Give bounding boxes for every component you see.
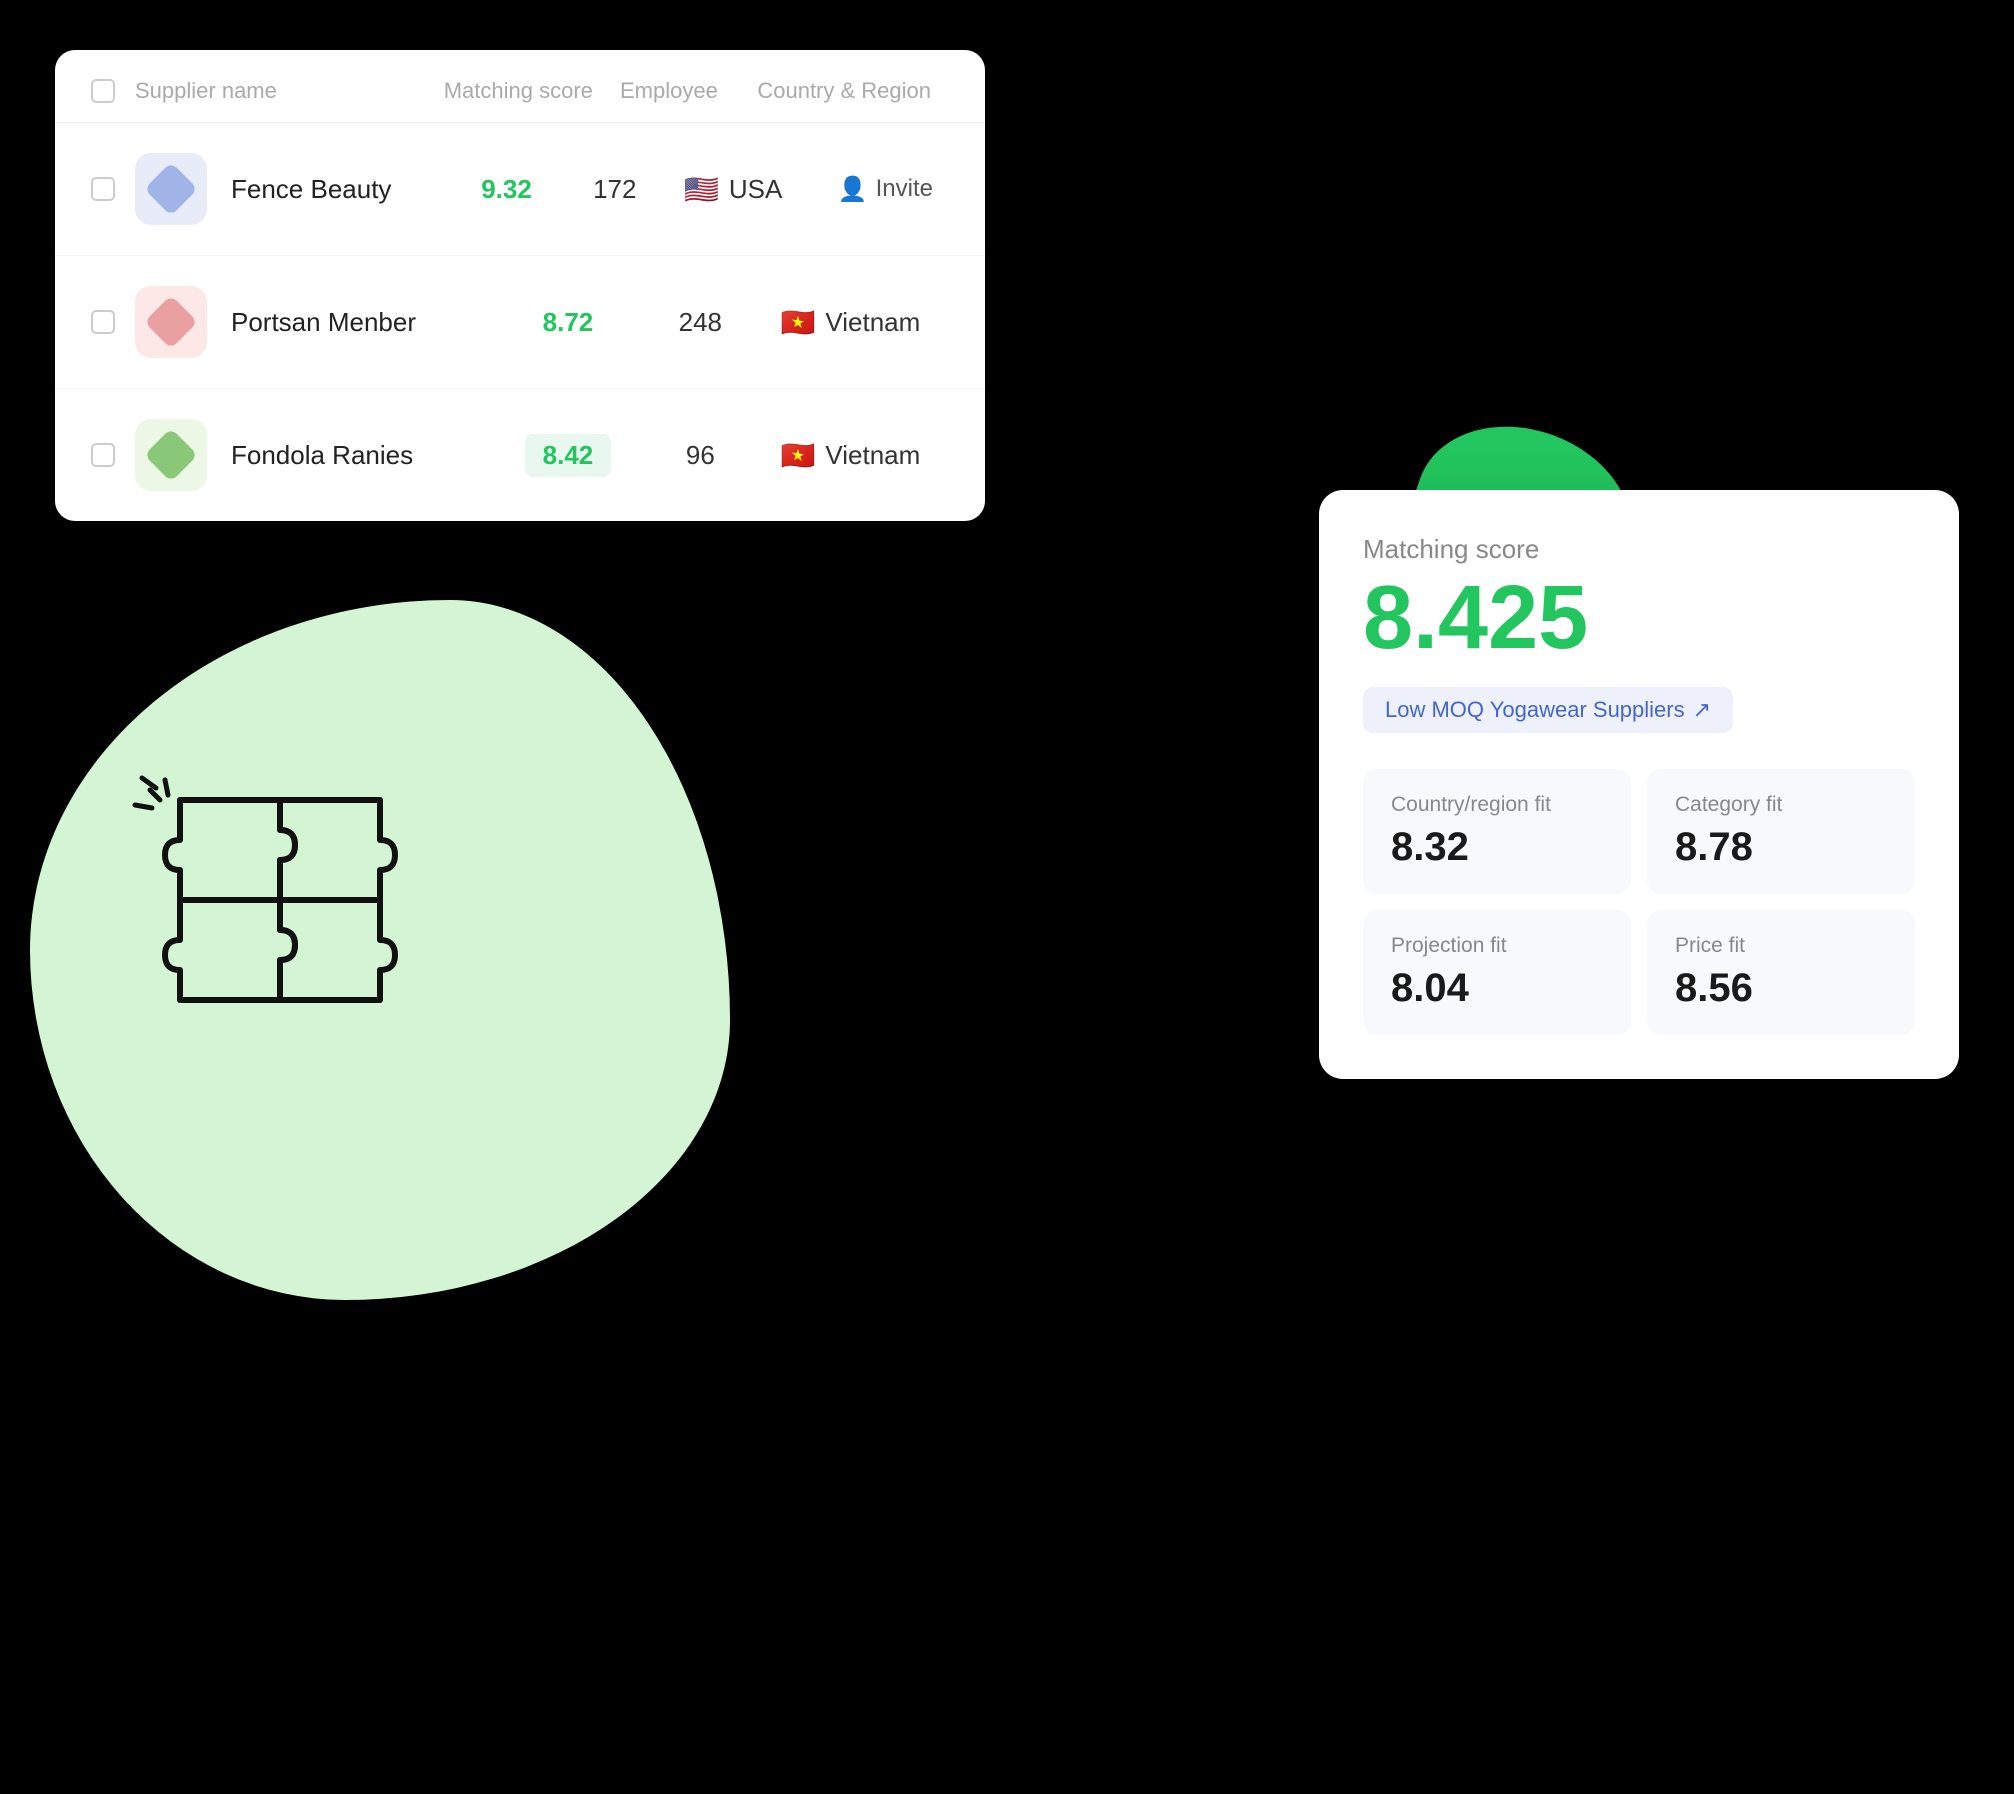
detail-card: Matching score 8.425 Low MOQ Yogawear Su…	[1319, 490, 1959, 1079]
col-header-employee: Employee	[600, 78, 737, 104]
detail-tag-icon: ↗	[1693, 697, 1711, 723]
invite-icon: 👤	[838, 175, 868, 204]
supplier-name-1: Fence Beauty	[231, 174, 447, 205]
detail-tag[interactable]: Low MOQ Yogawear Suppliers ↗	[1363, 687, 1733, 733]
metric-label-projection: Projection fit	[1391, 934, 1603, 958]
supplier-card: Supplier name Matching score Employee Co…	[55, 50, 985, 521]
puzzle-illustration	[100, 700, 550, 1080]
supplier-employees-1: 172	[566, 174, 664, 205]
metric-value-country: 8.32	[1391, 825, 1603, 870]
detail-score-value: 8.425	[1363, 573, 1915, 663]
header-checkbox[interactable]	[91, 79, 115, 103]
supplier-employees-2: 248	[640, 307, 760, 338]
detail-metrics-grid: Country/region fit 8.32 Category fit 8.7…	[1363, 769, 1915, 1035]
supplier-score-1: 9.32	[447, 174, 565, 205]
metric-cell-projection: Projection fit 8.04	[1363, 910, 1631, 1035]
metric-value-price: 8.56	[1675, 966, 1887, 1011]
invite-label: Invite	[876, 175, 933, 203]
col-header-score: Matching score	[436, 78, 600, 104]
table-header: Supplier name Matching score Employee Co…	[55, 50, 985, 123]
invite-button-1[interactable]: 👤 Invite	[822, 167, 949, 212]
detail-tag-text: Low MOQ Yogawear Suppliers	[1385, 697, 1685, 723]
country-name-2: Vietnam	[825, 307, 920, 338]
row-checkbox-1[interactable]	[91, 177, 115, 201]
detail-score-label: Matching score	[1363, 534, 1915, 565]
row-checkbox-3[interactable]	[91, 443, 115, 467]
supplier-logo-1	[135, 153, 207, 225]
supplier-country-2: 🇻🇳 Vietnam	[761, 306, 949, 339]
table-row: Fondola Ranies 8.42 96 🇻🇳 Vietnam	[55, 389, 985, 521]
supplier-employees-3: 96	[640, 440, 760, 471]
supplier-score-3: 8.42	[496, 434, 640, 477]
row-checkbox-2[interactable]	[91, 310, 115, 334]
supplier-name-2: Portsan Menber	[231, 307, 496, 338]
score-badge-3: 8.42	[525, 434, 612, 477]
country-name-1: USA	[729, 174, 782, 205]
supplier-logo-2	[135, 286, 207, 358]
metric-cell-country: Country/region fit 8.32	[1363, 769, 1631, 894]
metric-label-country: Country/region fit	[1391, 793, 1603, 817]
metric-cell-price: Price fit 8.56	[1647, 910, 1915, 1035]
col-header-region: Country & Region	[737, 78, 949, 104]
flag-usa: 🇺🇸	[684, 173, 719, 206]
metric-label-category: Category fit	[1675, 793, 1887, 817]
flag-vietnam-2: 🇻🇳	[781, 306, 816, 339]
country-name-3: Vietnam	[825, 440, 920, 471]
metric-value-projection: 8.04	[1391, 966, 1603, 1011]
flag-vietnam-3: 🇻🇳	[781, 439, 816, 472]
col-header-name: Supplier name	[135, 78, 436, 104]
supplier-country-3: 🇻🇳 Vietnam	[761, 439, 949, 472]
metric-cell-category: Category fit 8.78	[1647, 769, 1915, 894]
supplier-name-3: Fondola Ranies	[231, 440, 496, 471]
supplier-country-1: 🇺🇸 USA	[664, 173, 822, 206]
table-row: Portsan Menber 8.72 248 🇻🇳 Vietnam	[55, 256, 985, 389]
supplier-logo-3	[135, 419, 207, 491]
supplier-score-2: 8.72	[496, 307, 640, 338]
metric-value-category: 8.78	[1675, 825, 1887, 870]
metric-label-price: Price fit	[1675, 934, 1887, 958]
table-row: Fence Beauty 9.32 172 🇺🇸 USA 👤 Invite	[55, 123, 985, 256]
